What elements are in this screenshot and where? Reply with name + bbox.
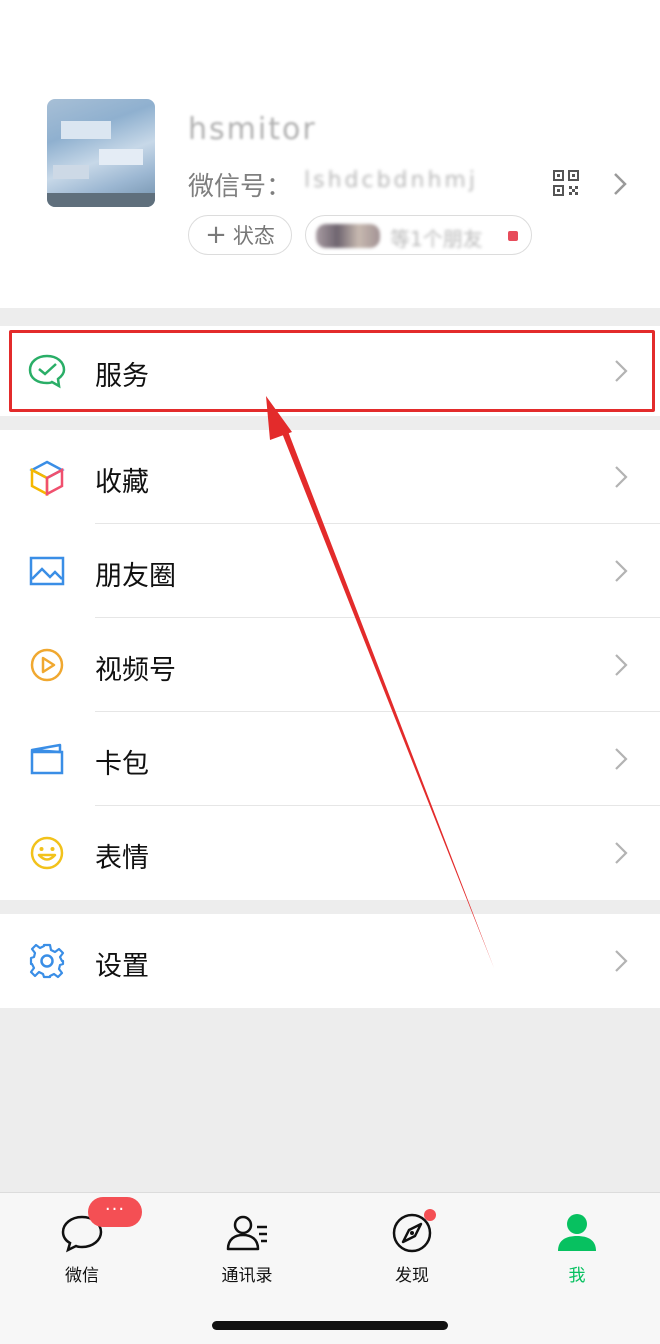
tab-label-chats: 微信 — [65, 1266, 99, 1286]
plus-icon: + — [205, 220, 227, 250]
nickname: hsmitor — [188, 112, 317, 147]
menu-item-settings[interactable]: 设置 — [0, 914, 660, 1008]
menu-label-moments: 朋友圈 — [95, 561, 176, 592]
menu-item-favorites[interactable]: 收藏 — [0, 430, 660, 524]
channels-play-icon — [30, 648, 64, 682]
menu-label-channels: 视频号 — [95, 655, 176, 686]
add-status-button[interactable]: + 状态 — [188, 215, 292, 255]
wechat-id-value: lshdcbdnhmj — [304, 168, 478, 193]
friends-chip-text: 等1个朋友 — [390, 227, 483, 251]
tab-label-me: 我 — [568, 1266, 586, 1286]
menu-label-cards: 卡包 — [95, 749, 149, 780]
status-label: 状态 — [232, 224, 275, 248]
chevron-right-icon — [615, 842, 628, 864]
menu-label-settings: 设置 — [95, 951, 149, 982]
card-wallet-icon — [30, 743, 64, 775]
chevron-right-icon — [615, 360, 628, 382]
friends-status-chip[interactable]: 等1个朋友 — [305, 215, 532, 255]
avatar[interactable] — [47, 99, 155, 207]
menu-label-favorites: 收藏 — [95, 467, 149, 498]
friend-avatars — [316, 224, 380, 248]
profile-header[interactable]: hsmitor 微信号： lshdcbdnhmj + 状态 等1个朋友 — [0, 0, 660, 308]
menu-item-service[interactable]: 服务 — [0, 326, 660, 416]
chevron-right-icon — [615, 560, 628, 582]
wechat-id-label: 微信号： — [188, 172, 293, 202]
menu-label-stickers: 表情 — [95, 843, 149, 874]
moments-image-icon — [29, 556, 65, 586]
chevron-right-icon — [615, 654, 628, 676]
gear-icon — [29, 943, 65, 979]
home-indicator[interactable] — [212, 1321, 448, 1330]
chevron-right-icon — [614, 173, 627, 195]
chevron-right-icon — [615, 950, 628, 972]
contacts-icon — [226, 1215, 267, 1251]
tab-me[interactable]: 我 — [517, 1193, 637, 1303]
chevron-right-icon — [615, 466, 628, 488]
unread-badge: ··· — [88, 1197, 142, 1227]
tab-discover[interactable]: 发现 — [352, 1193, 472, 1303]
menu-item-moments[interactable]: 朋友圈 — [0, 524, 660, 618]
notification-dot — [424, 1209, 436, 1221]
smiley-face-icon — [30, 836, 64, 870]
favorites-cube-icon — [29, 460, 65, 497]
service-icon — [28, 354, 66, 389]
tab-label-discover: 发现 — [395, 1266, 429, 1286]
qr-code-icon[interactable] — [553, 170, 579, 196]
tab-label-contacts: 通讯录 — [221, 1266, 273, 1286]
menu-item-cards[interactable]: 卡包 — [0, 712, 660, 806]
red-marker-icon — [508, 231, 518, 241]
chevron-right-icon — [615, 748, 628, 770]
menu-label-service: 服务 — [95, 361, 149, 392]
menu-item-stickers[interactable]: 表情 — [0, 806, 660, 900]
tab-contacts[interactable]: 通讯录 — [187, 1193, 307, 1303]
person-icon — [558, 1214, 596, 1251]
menu-item-channels[interactable]: 视频号 — [0, 618, 660, 712]
